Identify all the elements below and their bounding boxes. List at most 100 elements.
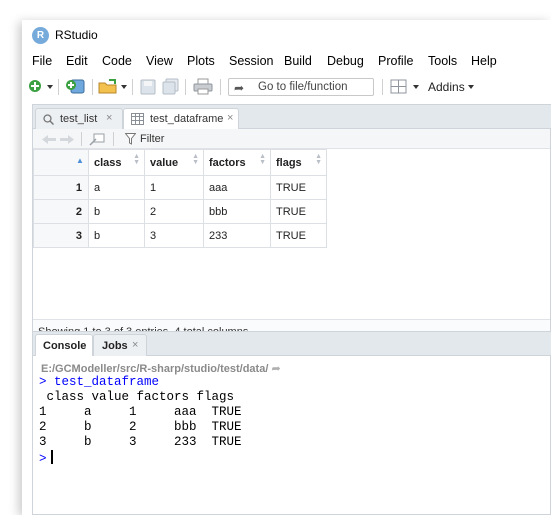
tab-label: Jobs [102, 340, 128, 352]
filter-button[interactable]: Filter [140, 133, 164, 145]
table-cell: 233 [203, 223, 271, 248]
new-file-dropdown-icon[interactable] [47, 85, 53, 89]
new-project-icon[interactable] [64, 78, 86, 95]
tab-console[interactable]: Console [35, 334, 93, 356]
table-row: 3 b 3 233 TRUE [33, 223, 327, 248]
app-title: RStudio [55, 28, 98, 42]
prompt-symbol: > [39, 452, 47, 466]
filter-icon[interactable] [125, 133, 136, 145]
menu-help[interactable]: Help [471, 54, 497, 68]
console-output[interactable]: > test_dataframe class value factors fla… [39, 375, 242, 467]
working-directory-path[interactable]: E:/GCModeller/src/R-sharp/studio/test/da… [41, 362, 281, 375]
pane-layout-icon[interactable] [390, 78, 407, 95]
search-icon [43, 114, 54, 125]
menu-session[interactable]: Session [229, 54, 273, 68]
tab-jobs[interactable]: Jobs × [93, 334, 147, 356]
close-icon[interactable]: × [132, 339, 138, 351]
row-index: 2 [33, 199, 89, 224]
menu-debug[interactable]: Debug [327, 54, 364, 68]
menu-profile[interactable]: Profile [378, 54, 413, 68]
main-toolbar: ➦ Go to file/function Addins [22, 74, 551, 100]
table-row: 2 b 2 bbb TRUE [33, 199, 327, 224]
column-header-label: factors [209, 156, 246, 169]
column-header-label: flags [276, 156, 302, 169]
toolbar-separator [382, 79, 383, 95]
prompt-symbol: > [39, 375, 47, 389]
console-output-line: 3 b 3 233 TRUE [39, 435, 242, 449]
tab-test-dataframe[interactable]: test_dataframe × [123, 108, 239, 130]
toolbar-separator [220, 79, 221, 95]
path-text: E:/GCModeller/src/R-sharp/studio/test/da… [41, 363, 269, 375]
back-forward-icon[interactable] [41, 134, 75, 145]
tab-label: test_list [60, 113, 98, 125]
table-row: 1 a 1 aaa TRUE [33, 175, 327, 200]
menu-code[interactable]: Code [102, 54, 132, 68]
menu-file[interactable]: File [32, 54, 52, 68]
table-cell: aaa [203, 175, 271, 200]
show-in-window-icon[interactable] [89, 133, 105, 146]
table-header-row: ▲ class ▲ ▼ value ▲ ▼ factors ▲ ▼ flags … [33, 149, 327, 176]
menu-tools[interactable]: Tools [428, 54, 457, 68]
column-header-label: class [94, 156, 122, 169]
console-command: test_dataframe [54, 375, 160, 389]
sort-icon: ▲ ▼ [133, 153, 140, 166]
sort-ascending-icon: ▲ [76, 156, 84, 165]
open-file-icon[interactable] [98, 78, 118, 95]
column-header-flags[interactable]: flags ▲ ▼ [270, 149, 327, 176]
console-input-line[interactable]: > [39, 450, 242, 467]
save-all-icon[interactable] [162, 78, 180, 95]
dataframe-toolbar: Filter [33, 129, 550, 149]
sort-icon: ▲ ▼ [315, 153, 322, 166]
column-header-label: value [150, 156, 179, 169]
toolbar-separator [132, 79, 133, 95]
table-cell: TRUE [270, 175, 327, 200]
console-output-line: 2 b 2 bbb TRUE [39, 420, 242, 434]
open-file-dropdown-icon[interactable] [121, 85, 127, 89]
menu-edit[interactable]: Edit [66, 54, 88, 68]
table-cell: 1 [144, 175, 204, 200]
console-output-line: 1 a 1 aaa TRUE [39, 405, 242, 419]
source-tab-bar: test_list × test_dataframe × [33, 105, 551, 130]
close-icon[interactable]: × [227, 112, 233, 124]
table-cell: TRUE [270, 199, 327, 224]
table-cell: b [88, 223, 145, 248]
close-icon[interactable]: × [106, 112, 112, 124]
console-command-line: > test_dataframe [39, 375, 242, 390]
row-index-header[interactable]: ▲ [33, 149, 89, 176]
rstudio-window: R RStudio File Edit Code View Plots Sess… [22, 20, 551, 515]
console-pane: Console Jobs × E:/GCModeller/src/R-sharp… [32, 331, 551, 515]
tab-label: Console [43, 340, 87, 352]
column-header-value[interactable]: value ▲ ▼ [144, 149, 204, 176]
row-index: 1 [33, 175, 89, 200]
tab-test-list[interactable]: test_list × [35, 108, 123, 129]
source-pane: test_list × test_dataframe × Filter ▲ cl… [32, 104, 551, 345]
table-cell: b [88, 199, 145, 224]
go-to-directory-icon[interactable]: ➦ [271, 363, 280, 375]
menu-plots[interactable]: Plots [187, 54, 215, 68]
data-table-icon [131, 113, 144, 125]
new-file-icon[interactable] [28, 78, 42, 95]
print-icon[interactable] [193, 78, 213, 95]
toolbar-separator [113, 132, 114, 146]
toolbar-separator [92, 79, 93, 95]
menu-build[interactable]: Build [284, 54, 312, 68]
addins-menu-button[interactable]: Addins [428, 80, 465, 94]
menu-view[interactable]: View [146, 54, 173, 68]
toolbar-separator [81, 132, 82, 146]
tab-label: test_dataframe [150, 113, 224, 125]
console-output-line: class value factors flags [39, 390, 235, 404]
goto-file-function-input[interactable]: ➦ Go to file/function [228, 78, 374, 96]
save-icon[interactable] [140, 78, 156, 95]
table-cell: 3 [144, 223, 204, 248]
text-cursor [50, 450, 53, 464]
toolbar-separator [58, 79, 59, 95]
row-index: 3 [33, 223, 89, 248]
pane-layout-dropdown-icon[interactable] [413, 85, 419, 89]
column-header-class[interactable]: class ▲ ▼ [88, 149, 145, 176]
addins-dropdown-icon[interactable] [468, 85, 474, 89]
column-header-factors[interactable]: factors ▲ ▼ [203, 149, 271, 176]
title-bar: R RStudio [22, 20, 551, 50]
toolbar-separator [185, 79, 186, 95]
dataframe-table: ▲ class ▲ ▼ value ▲ ▼ factors ▲ ▼ flags … [33, 149, 327, 248]
sort-icon: ▲ ▼ [192, 153, 199, 166]
